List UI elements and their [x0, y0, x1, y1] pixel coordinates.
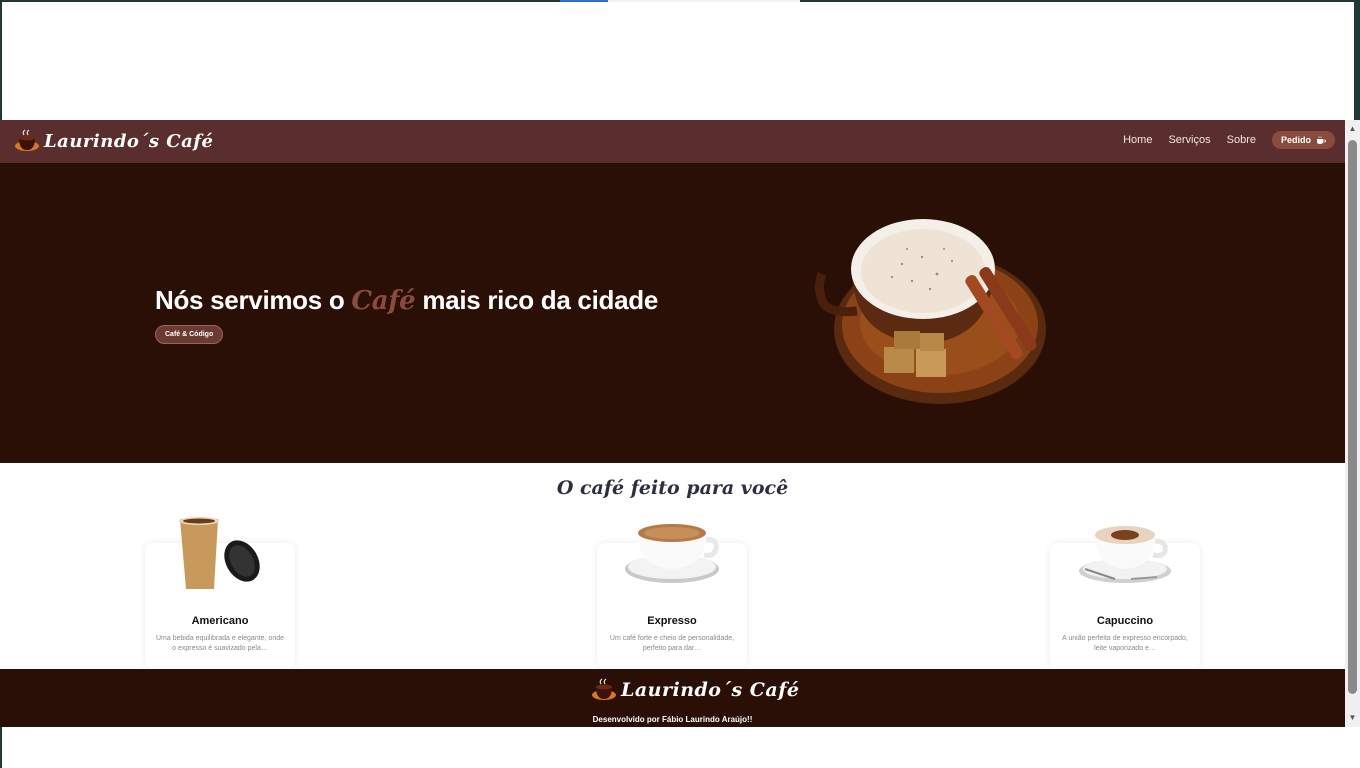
- footer-brand-logo[interactable]: Laurindo´s Café: [591, 677, 800, 703]
- cappuccino-hero-image: [814, 219, 1046, 404]
- hero-tag[interactable]: Café & Código: [155, 325, 224, 344]
- product-card-capuccino[interactable]: Capuccino A união perfeita de expresso e…: [1050, 526, 1200, 669]
- footer: Laurindo´s Café Desenvolvido por Fábio L…: [0, 669, 1345, 727]
- coffee-cup-logo-icon: [15, 129, 39, 151]
- navbar: Laurindo´s Café Home Serviços Sobre Pedi…: [0, 120, 1345, 163]
- browser-tab-accent: [560, 0, 608, 2]
- nav-sobre-link[interactable]: Sobre: [1227, 134, 1256, 146]
- window-left-edge: [0, 0, 2, 120]
- hero-title-highlight: Café: [351, 286, 416, 316]
- footer-credit: Desenvolvido por Fábio Laurindo Araújo!!: [592, 715, 753, 724]
- scrollbar-thumb[interactable]: [1348, 140, 1357, 694]
- section-title: O café feito para você: [556, 477, 789, 499]
- scroll-down-arrow-icon[interactable]: ▼: [1345, 713, 1360, 723]
- coffee-cup-icon: [1317, 136, 1326, 144]
- browser-tab-highlight: [608, 0, 800, 2]
- nav-servicos-link[interactable]: Serviços: [1168, 134, 1210, 146]
- brand-logo[interactable]: Laurindo´s Café: [14, 126, 214, 156]
- hero-title: Nós servimos o Café mais rico da cidade: [155, 285, 658, 316]
- card-title: Capuccino: [1096, 615, 1154, 627]
- product-card-americano[interactable]: Americano Uma bebida equilibrada e elega…: [145, 517, 295, 669]
- pedido-label: Pedido: [1280, 135, 1311, 145]
- window-bottom-area: [0, 727, 1345, 768]
- main-nav: Home Serviços Sobre Pedido: [1123, 131, 1335, 149]
- vertical-scrollbar[interactable]: ▲ ▼: [1345, 120, 1360, 727]
- hero-title-before: Nós servimos o: [155, 285, 352, 315]
- card-title: Expresso: [647, 615, 697, 627]
- americano-image: [179, 517, 260, 589]
- pedido-button[interactable]: Pedido: [1271, 131, 1335, 149]
- footer-brand-name: Laurindo´s Café: [621, 679, 800, 701]
- product-card-expresso[interactable]: Expresso Um café forte e cheio de person…: [597, 524, 747, 669]
- hero-section: Nós servimos o Café mais rico da cidade …: [0, 163, 1345, 463]
- nav-home-link[interactable]: Home: [1123, 134, 1152, 146]
- card-description: Um café forte e cheio de personalidade, …: [609, 635, 735, 652]
- brand-name: Laurindo´s Café: [44, 130, 214, 152]
- expresso-image: [625, 524, 719, 583]
- card-description: Uma bebida equilibrada e elegante, onde …: [155, 635, 285, 652]
- scroll-up-arrow-icon[interactable]: ▲: [1345, 124, 1360, 134]
- card-title: Americano: [191, 615, 249, 627]
- window-right-edge: [1354, 0, 1360, 120]
- card-description: A união perfeita de expresso encorpado, …: [1062, 635, 1188, 652]
- capuccino-image: [1079, 526, 1171, 583]
- hero-title-after: mais rico da cidade: [415, 285, 658, 315]
- page-viewport: Laurindo´s Café Home Serviços Sobre Pedi…: [0, 120, 1345, 727]
- coffee-cup-logo-icon: [592, 678, 616, 700]
